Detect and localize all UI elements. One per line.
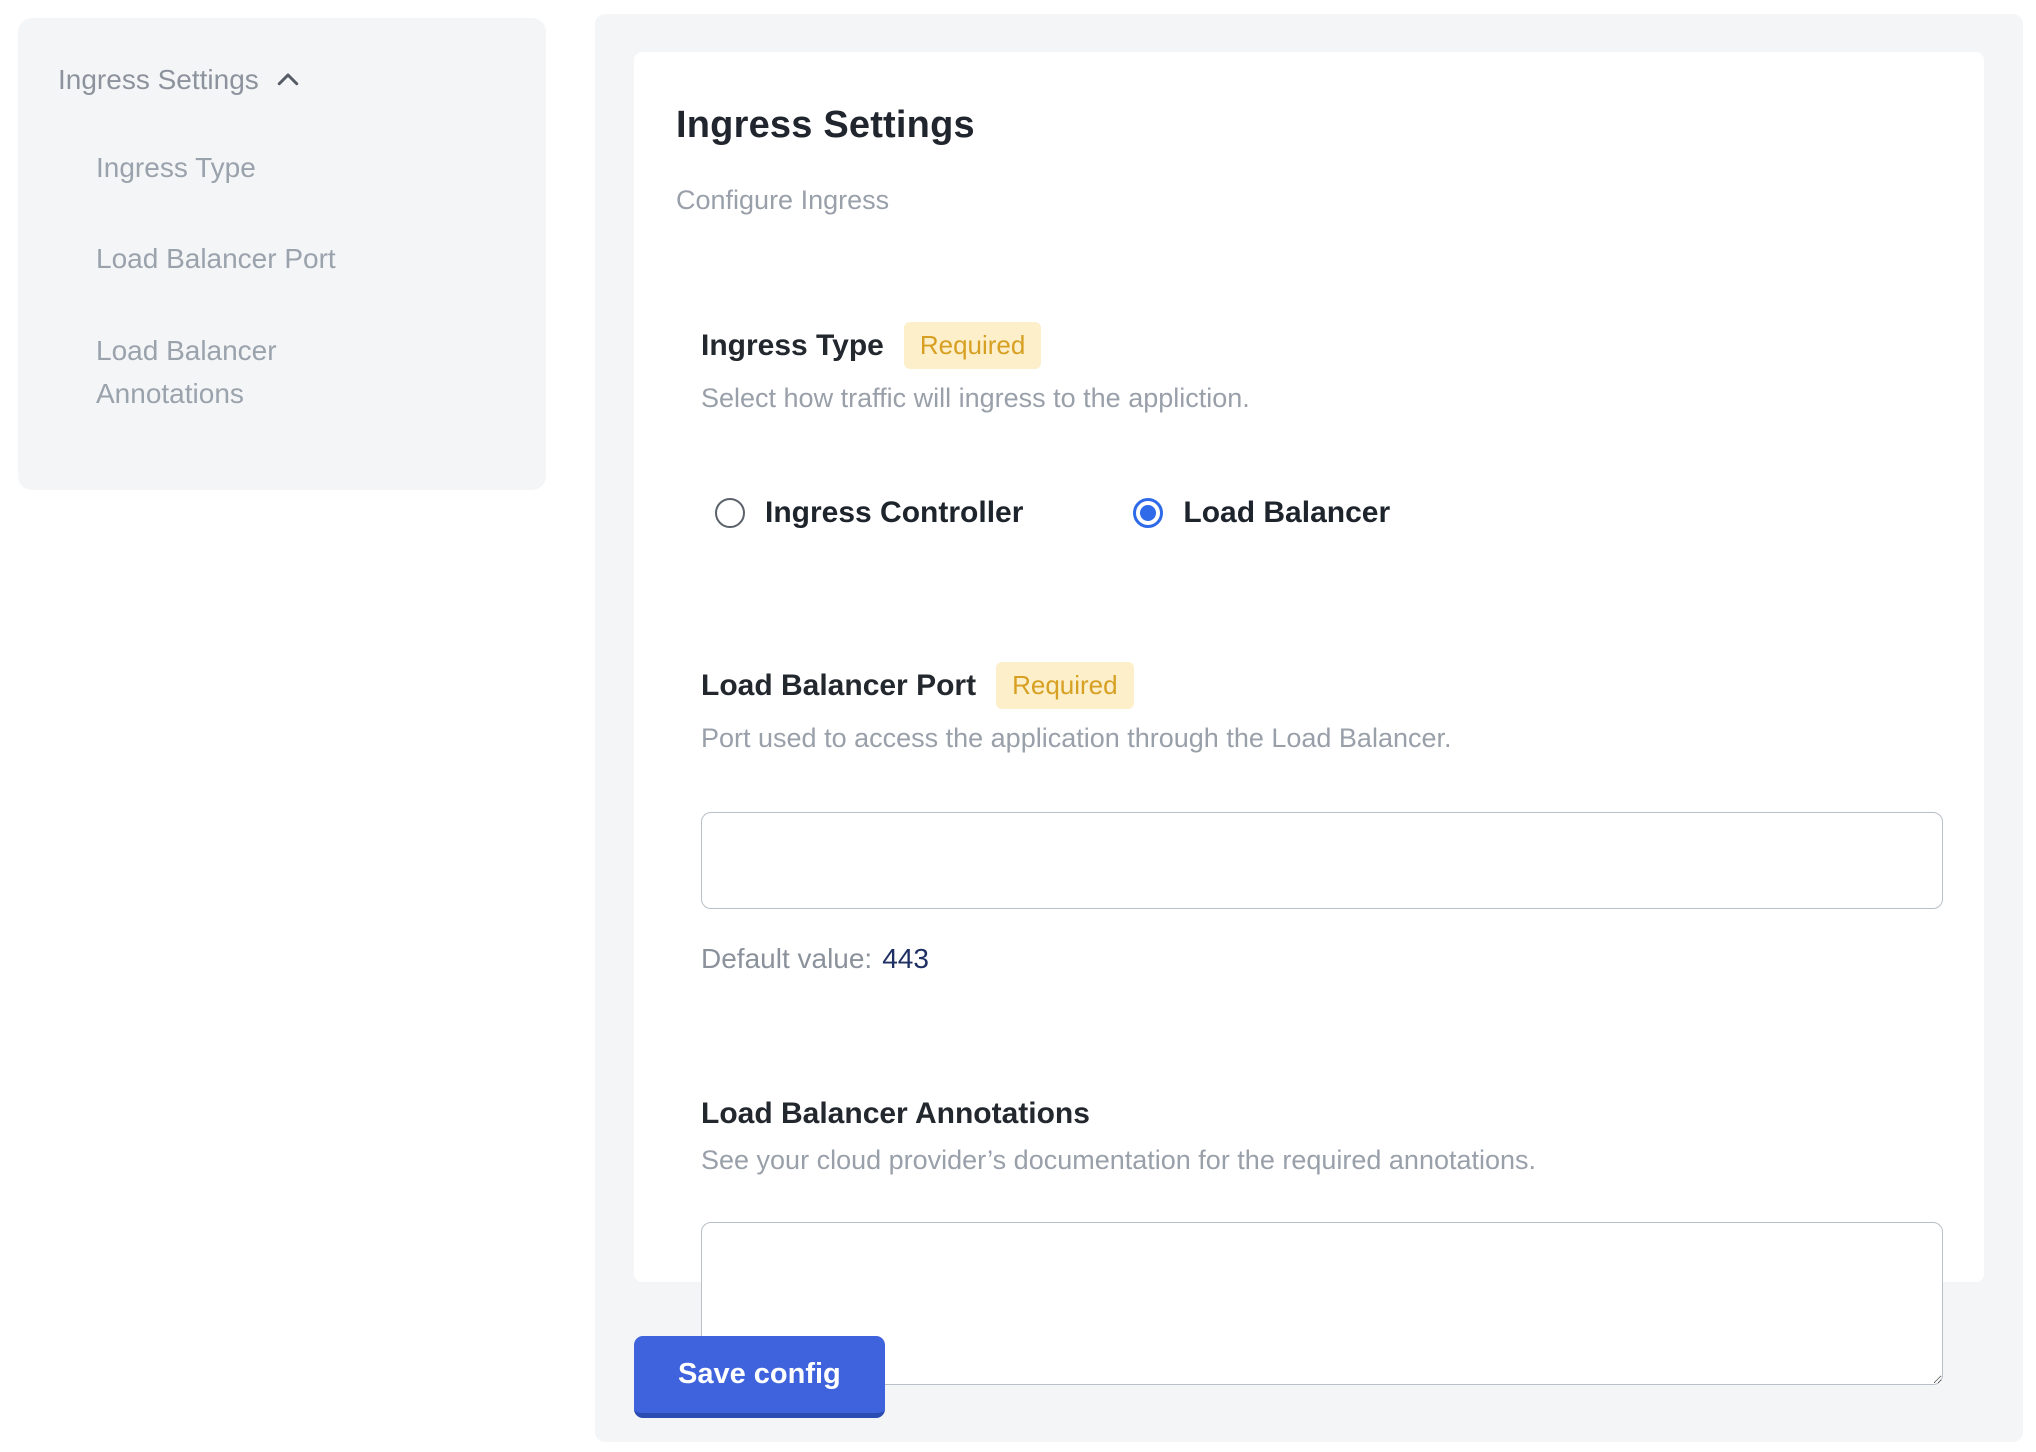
sidebar-item-load-balancer-annotations[interactable]: Load Balancer Annotations <box>96 329 396 416</box>
ingress-type-description: Select how traffic will ingress to the a… <box>701 383 1920 414</box>
sidebar-item-load-balancer-port[interactable]: Load Balancer Port <box>96 237 396 280</box>
lb-annotations-description: See your cloud provider’s documentation … <box>701 1145 1920 1176</box>
settings-sidebar: Ingress Settings Ingress Type Load Balan… <box>18 18 546 490</box>
lb-port-description: Port used to access the application thro… <box>701 723 1920 754</box>
sidebar-item-ingress-type[interactable]: Ingress Type <box>96 146 396 189</box>
lb-port-default-line: Default value: 443 <box>701 943 1920 975</box>
chevron-up-icon <box>273 65 303 95</box>
sidebar-section-label: Ingress Settings <box>58 64 259 96</box>
required-badge: Required <box>996 662 1134 709</box>
ingress-type-radio-group: Ingress Controller Load Balancer <box>715 496 1920 530</box>
save-config-button[interactable]: Save config <box>634 1336 885 1418</box>
ingress-type-title: Ingress Type <box>701 329 884 363</box>
radio-label: Ingress Controller <box>765 496 1023 530</box>
radio-circle-icon[interactable] <box>715 498 745 528</box>
section-ingress-type: Ingress Type Required Select how traffic… <box>701 322 1920 530</box>
lb-port-title: Load Balancer Port <box>701 669 976 703</box>
default-label: Default value: <box>701 943 872 974</box>
section-load-balancer-port: Load Balancer Port Required Port used to… <box>701 662 1920 975</box>
page-title: Ingress Settings <box>676 104 1920 147</box>
lb-annotations-title: Load Balancer Annotations <box>701 1097 1090 1131</box>
ingress-settings-card: Ingress Settings Configure Ingress Ingre… <box>634 52 1984 1282</box>
main-panel: Ingress Settings Configure Ingress Ingre… <box>595 14 2023 1442</box>
page-subtitle: Configure Ingress <box>676 185 1920 216</box>
radio-circle-icon[interactable] <box>1133 498 1163 528</box>
radio-ingress-controller[interactable]: Ingress Controller <box>715 496 1023 530</box>
lb-port-input[interactable] <box>701 812 1943 909</box>
sidebar-section-ingress-settings[interactable]: Ingress Settings <box>58 64 506 96</box>
sidebar-item-list: Ingress Type Load Balancer Port Load Bal… <box>96 146 506 416</box>
required-badge: Required <box>904 322 1042 369</box>
lb-annotations-textarea[interactable] <box>701 1222 1943 1385</box>
radio-label: Load Balancer <box>1183 496 1390 530</box>
radio-load-balancer[interactable]: Load Balancer <box>1133 496 1390 530</box>
default-value: 443 <box>882 943 929 974</box>
